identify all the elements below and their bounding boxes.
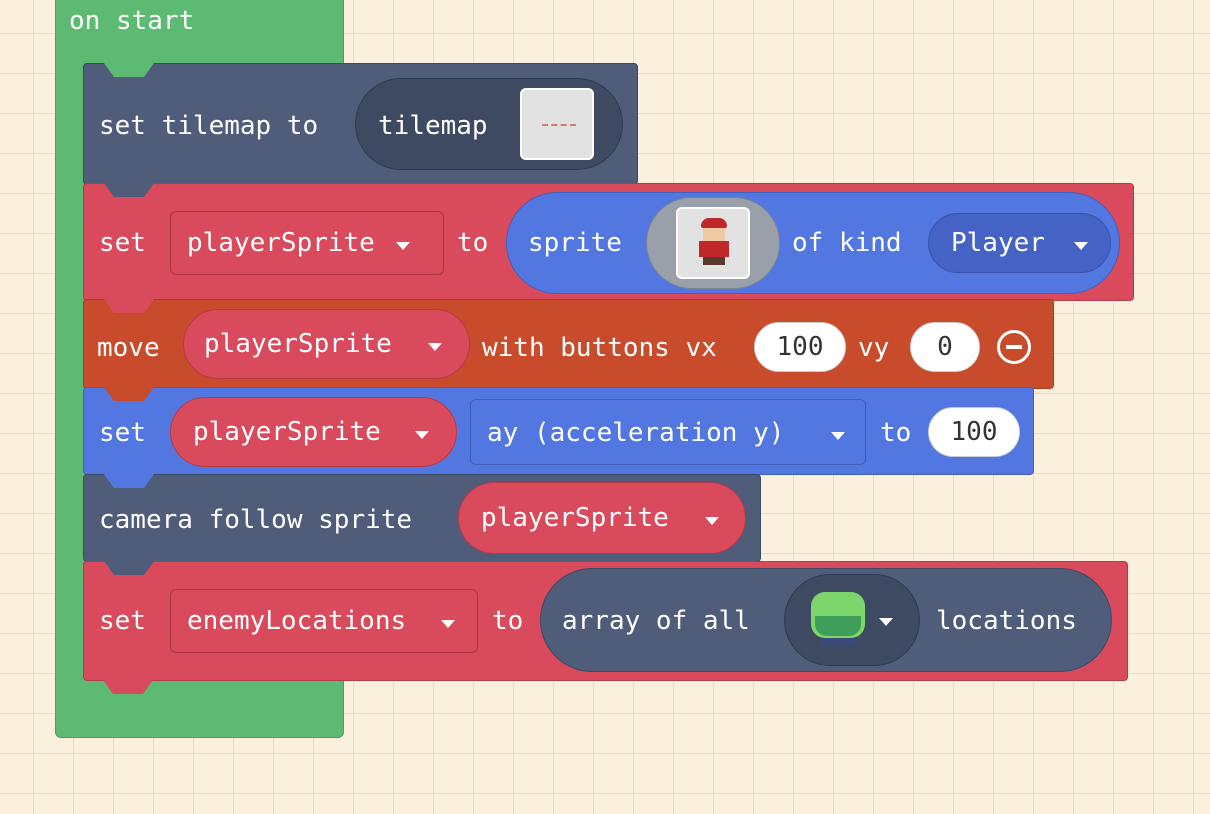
set-tilemap-label: set tilemap to (99, 111, 319, 141)
tilemap-thumbnail-icon[interactable] (520, 88, 594, 160)
chevron-down-icon (831, 432, 845, 440)
move-sprite-variable-dropdown[interactable]: playerSprite (183, 309, 470, 379)
minus-circle-icon[interactable] (997, 330, 1031, 364)
to-label: to (880, 418, 912, 448)
vy-input[interactable]: 0 (910, 322, 980, 372)
acceleration-value-input[interactable]: 100 (928, 407, 1020, 457)
player-sprite-variable-dropdown[interactable]: playerSprite (170, 211, 444, 275)
chevron-down-icon (705, 517, 719, 525)
block-notch (104, 299, 154, 313)
to-label: to (457, 228, 489, 258)
with-buttons-vx-label: with buttons vx (482, 333, 717, 363)
block-notch (104, 63, 154, 77)
set-label: set (99, 228, 146, 258)
chevron-down-icon (415, 431, 429, 439)
chevron-down-icon (396, 242, 410, 250)
on-start-label: on start (69, 6, 195, 36)
property-dropdown[interactable]: ay (acceleration y) (470, 399, 866, 465)
block-notch (104, 561, 154, 575)
enemy-locations-variable-dropdown[interactable]: enemyLocations (170, 589, 478, 653)
camera-follow-label: camera follow sprite (99, 505, 413, 535)
set-label: set (99, 418, 146, 448)
tilemap-value-label: tilemap (378, 111, 488, 141)
accel-sprite-variable-dropdown[interactable]: playerSprite (170, 397, 457, 467)
vx-input[interactable]: 100 (754, 322, 846, 372)
tile-dropdown[interactable] (784, 574, 920, 666)
chevron-down-icon (428, 343, 442, 351)
chevron-down-icon (441, 620, 455, 628)
block-notch (104, 183, 154, 197)
block-notch (104, 474, 154, 488)
to-label: to (492, 606, 524, 636)
kind-dropdown[interactable]: Player (928, 213, 1111, 273)
player-sprite-image-icon[interactable] (676, 207, 750, 279)
locations-label: locations (936, 606, 1077, 636)
chevron-down-icon (1074, 242, 1088, 250)
chevron-down-icon (879, 618, 893, 626)
set-label: set (99, 606, 146, 636)
block-notch (104, 387, 154, 401)
tree-tile-icon (807, 590, 869, 650)
vy-label: vy (858, 333, 890, 363)
array-of-all-label: array of all (562, 606, 750, 636)
move-label: move (97, 333, 160, 363)
of-kind-label: of kind (792, 228, 902, 258)
camera-sprite-variable-dropdown[interactable]: playerSprite (458, 482, 746, 554)
sprite-label: sprite (528, 228, 622, 258)
